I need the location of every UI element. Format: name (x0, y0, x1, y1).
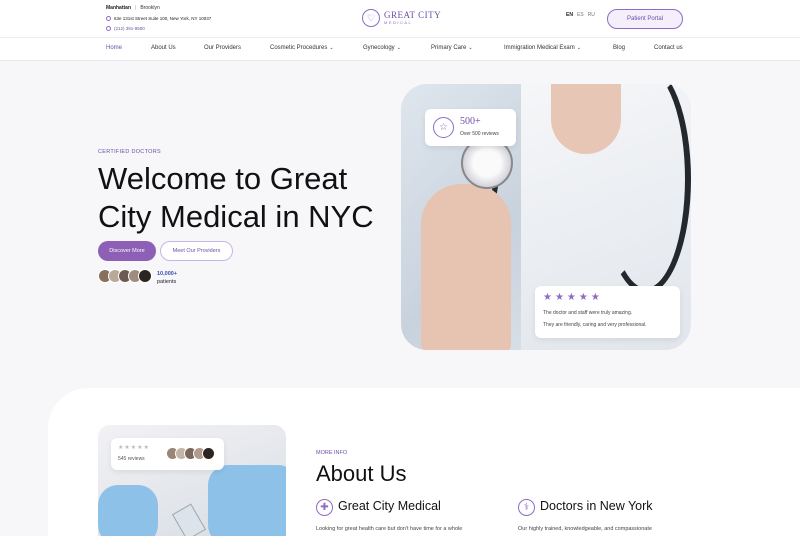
patient-avatars (98, 269, 152, 283)
nav-immigration-label: Immigration Medical Exam (504, 45, 575, 51)
nav-gynecology[interactable]: Gynecology ⌄ (363, 45, 401, 51)
doctor-hand-shape (421, 184, 511, 350)
discover-more-button[interactable]: Discover More (98, 241, 156, 261)
location-tabs: Manhattan | Brooklyn (106, 5, 160, 11)
nav-blog[interactable]: Blog (613, 45, 625, 51)
rating-stars-icon: ★★★★★ (543, 292, 603, 303)
review-line-2: They are friendly, caring and very profe… (543, 322, 647, 328)
phone-icon (106, 26, 111, 31)
feature-text-2: Our highly trained, knowledgeable, and c… (518, 526, 652, 532)
address: 63e 131st Street Suite 100, New York, NY… (106, 16, 211, 21)
feature-title-1: Great City Medical (338, 499, 441, 513)
feature-text-1: Looking for great health care but don't … (316, 526, 463, 532)
meet-providers-button[interactable]: Meet Our Providers (160, 241, 233, 261)
reviews-mini-card: ★★★★★ 545 reviews (111, 438, 224, 470)
testimonial-card: ★★★★★ The doctor and staff were truly am… (535, 286, 680, 338)
rating-stars-icon: ★★★★★ (118, 445, 150, 451)
language-switcher: EN ES RU (566, 12, 595, 18)
location-tab-manhattan[interactable]: Manhattan (106, 5, 131, 11)
nav-contact-us[interactable]: Contact us (654, 45, 683, 51)
nav-cosmetic-label: Cosmetic Procedures (270, 45, 328, 51)
patients-count: 10,000+ patients (157, 270, 177, 286)
star-icon: ☆ (433, 117, 454, 138)
reviews-number: 500+ (460, 116, 481, 127)
reviews-label: Over 500 reviews (460, 131, 499, 137)
doctor-icon: ⚕ (518, 499, 535, 516)
reviews-count: 545 reviews (118, 456, 145, 462)
main-nav: Home About Us Our Providers Cosmetic Pro… (0, 38, 800, 61)
phone-text[interactable]: (212) 391-9500 (114, 26, 145, 31)
nav-cosmetic-procedures[interactable]: Cosmetic Procedures ⌄ (270, 45, 334, 51)
nav-primary-care[interactable]: Primary Care ⌄ (431, 45, 473, 51)
nav-gynecology-label: Gynecology (363, 45, 395, 51)
hero-title: Welcome to Great City Medical in NYC (98, 161, 374, 234)
glove-shape (98, 485, 158, 536)
heart-logo-icon: ♡ (362, 9, 380, 27)
hero-eyebrow: CERTIFIED DOCTORS (98, 149, 161, 155)
address-text: 63e 131st Street Suite 100, New York, NY… (114, 16, 212, 21)
phone[interactable]: (212) 391-9500 (106, 26, 145, 31)
nav-immigration-medical-exam[interactable]: Immigration Medical Exam ⌄ (504, 45, 581, 51)
medical-cross-icon: ✚ (316, 499, 333, 516)
location-tab-brooklyn[interactable]: Brooklyn (140, 5, 159, 11)
logo-title: GREAT CITY (384, 10, 442, 20)
nav-our-providers[interactable]: Our Providers (204, 45, 241, 51)
chevron-down-icon: ⌄ (468, 45, 473, 51)
location-pin-icon (106, 16, 111, 21)
feature-title-2: Doctors in New York (540, 499, 653, 513)
logo-subtitle: MEDICAL (384, 20, 413, 25)
patients-number: 10,000+ (157, 271, 178, 277)
reviewer-avatars (166, 447, 215, 460)
patient-portal-button[interactable]: Patient Portal (607, 9, 683, 29)
lang-es[interactable]: ES (577, 12, 584, 18)
chevron-down-icon: ⌄ (396, 45, 401, 51)
chevron-down-icon: ⌄ (329, 45, 334, 51)
avatar (138, 269, 152, 283)
avatar (202, 447, 215, 460)
reviews-badge: ☆ 500+ Over 500 reviews (425, 109, 516, 146)
about-eyebrow: MORE INFO (316, 450, 348, 456)
nav-primary-care-label: Primary Care (431, 45, 467, 51)
lang-en[interactable]: EN (566, 12, 573, 18)
glove-shape (208, 465, 286, 536)
chevron-down-icon: ⌄ (576, 45, 581, 51)
patients-label: patients (157, 279, 177, 285)
nav-home[interactable]: Home (106, 45, 122, 51)
lang-ru[interactable]: RU (588, 12, 595, 18)
location-separator: | (135, 5, 137, 11)
review-line-1: The doctor and staff were truly amazing. (543, 310, 633, 316)
top-bar: Manhattan | Brooklyn 63e 131st Street Su… (0, 0, 800, 38)
vial-shape (171, 503, 207, 536)
nav-about-us[interactable]: About Us (151, 45, 176, 51)
about-title: About Us (316, 461, 407, 486)
logo[interactable]: ♡ GREAT CITY MEDICAL (362, 9, 441, 27)
